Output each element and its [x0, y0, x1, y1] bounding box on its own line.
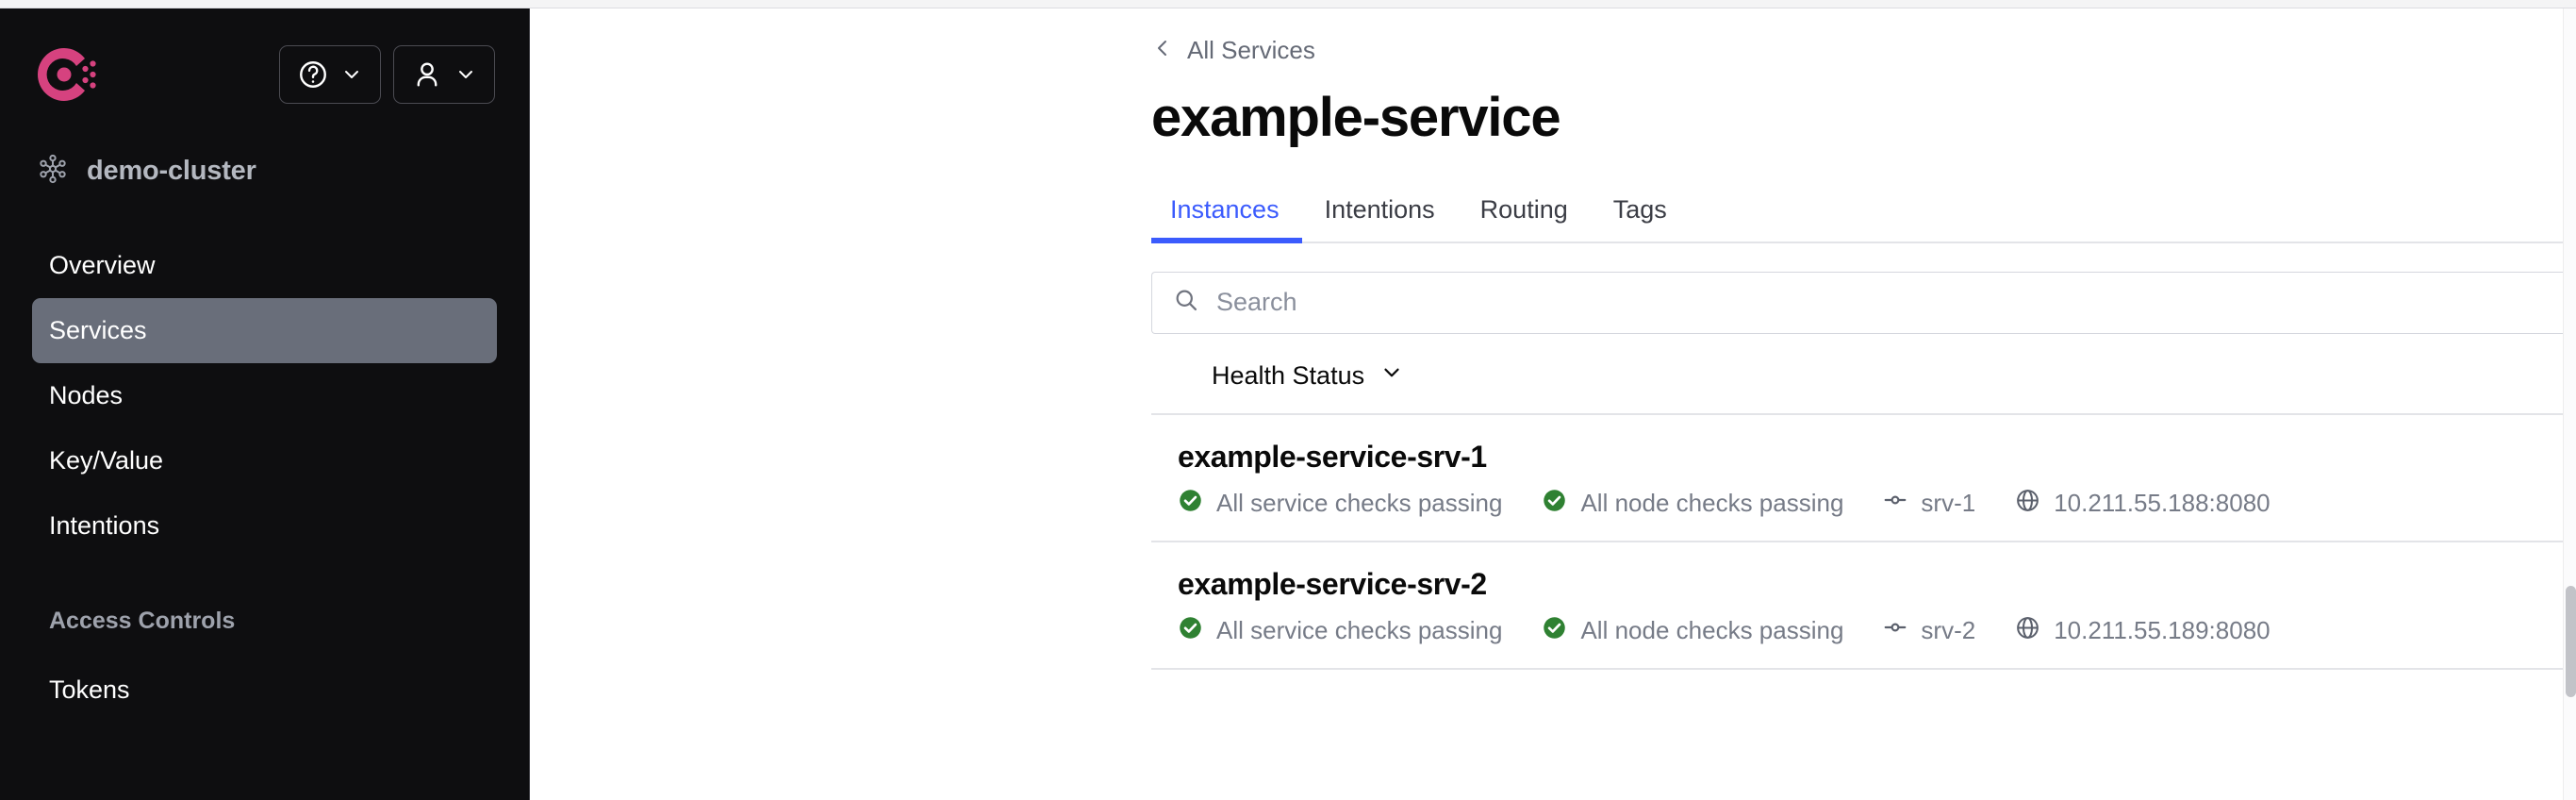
node-icon: [1883, 615, 1907, 646]
node-check-status: All node checks passing: [1542, 615, 1843, 647]
address-info: 10.211.55.189:8080: [2015, 615, 2271, 647]
tab-intentions[interactable]: Intentions: [1302, 195, 1458, 242]
address-info: 10.211.55.188:8080: [2015, 488, 2271, 520]
instance-row[interactable]: example-service-srv-1 All service checks…: [1151, 415, 2576, 542]
help-menu-button[interactable]: [279, 45, 381, 104]
address-value: 10.211.55.189:8080: [2054, 616, 2271, 645]
question-circle-icon: [297, 58, 329, 91]
sidebar-item-services[interactable]: Services: [32, 298, 497, 363]
sidebar-section-access-controls: Access Controls: [49, 608, 236, 634]
node-check-status: All node checks passing: [1542, 488, 1843, 520]
chevron-down-icon: [454, 63, 477, 86]
service-check-label: All service checks passing: [1216, 489, 1503, 518]
node-info: srv-1: [1883, 488, 1975, 519]
chevron-down-icon: [1379, 360, 1404, 392]
chevron-down-icon: [340, 63, 363, 86]
sidebar-header-buttons: [279, 45, 495, 104]
instance-row[interactable]: example-service-srv-2 All service checks…: [1151, 542, 2576, 670]
sidebar-item-nodes[interactable]: Nodes: [32, 363, 497, 428]
tab-tags[interactable]: Tags: [1591, 195, 1690, 242]
instance-meta: All service checks passing All node chec…: [1178, 488, 2576, 520]
user-menu-button[interactable]: [393, 45, 495, 104]
cluster-name: demo-cluster: [87, 155, 256, 186]
check-circle-icon: [1542, 488, 1567, 520]
app-shell: demo-cluster Overview Services Nodes Key…: [0, 8, 2576, 800]
node-check-label: All node checks passing: [1580, 489, 1844, 518]
tab-instances[interactable]: Instances: [1151, 195, 1302, 243]
page-scrollbar[interactable]: [2563, 8, 2576, 800]
main-content: All Services example-service Instances I…: [530, 8, 2576, 800]
sidebar: demo-cluster Overview Services Nodes Key…: [0, 8, 530, 800]
health-status-filter[interactable]: Health Status: [1212, 360, 1404, 392]
cluster-selector[interactable]: demo-cluster: [0, 148, 529, 193]
check-circle-icon: [1178, 615, 1203, 647]
content-column: All Services example-service Instances I…: [1151, 8, 2576, 670]
check-circle-icon: [1178, 488, 1203, 520]
search-row: Search Across: [1151, 271, 2576, 334]
sidebar-item-intentions[interactable]: Intentions: [32, 493, 497, 558]
user-icon: [411, 58, 443, 91]
node-name: srv-1: [1921, 489, 1976, 518]
scrollbar-thumb[interactable]: [2566, 586, 2576, 697]
service-check-label: All service checks passing: [1216, 616, 1503, 645]
health-status-label: Health Status: [1212, 361, 1365, 391]
search-box[interactable]: [1151, 271, 2576, 334]
node-name: srv-2: [1921, 616, 1976, 645]
node-icon: [1883, 488, 1907, 519]
globe-icon: [2015, 488, 2040, 520]
address-value: 10.211.55.188:8080: [2054, 489, 2271, 518]
search-icon: [1173, 287, 1199, 318]
tab-routing[interactable]: Routing: [1458, 195, 1591, 242]
sidebar-item-overview[interactable]: Overview: [32, 233, 497, 298]
service-check-status: All service checks passing: [1178, 615, 1502, 647]
instance-name: example-service-srv-2: [1178, 566, 1487, 601]
instance-list: example-service-srv-1 All service checks…: [1151, 415, 2576, 670]
node-info: srv-2: [1883, 615, 1975, 646]
cluster-nodes-icon: [38, 154, 68, 189]
node-check-label: All node checks passing: [1580, 616, 1844, 645]
chevron-left-icon: [1151, 37, 1174, 64]
sidebar-item-key-value[interactable]: Key/Value: [32, 428, 497, 493]
filter-row: Health Status: [1151, 340, 2576, 415]
consul-logo[interactable]: [38, 45, 100, 104]
check-circle-icon: [1542, 615, 1567, 647]
globe-icon: [2015, 615, 2040, 647]
page-title: example-service: [1151, 87, 1561, 148]
browser-top-strip: [0, 0, 2576, 8]
sidebar-nav: Overview Services Nodes Key/Value Intent…: [0, 233, 529, 723]
search-input[interactable]: [1216, 272, 2576, 333]
breadcrumb-label: All Services: [1187, 35, 1315, 64]
service-check-status: All service checks passing: [1178, 488, 1502, 520]
instance-meta: All service checks passing All node chec…: [1178, 615, 2576, 647]
tab-bar: Instances Intentions Routing Tags: [1151, 183, 2576, 243]
sidebar-item-tokens[interactable]: Tokens: [32, 658, 497, 723]
breadcrumb-all-services[interactable]: All Services: [1151, 33, 1315, 67]
sidebar-header: [0, 8, 529, 112]
instance-name: example-service-srv-1: [1178, 439, 1487, 474]
